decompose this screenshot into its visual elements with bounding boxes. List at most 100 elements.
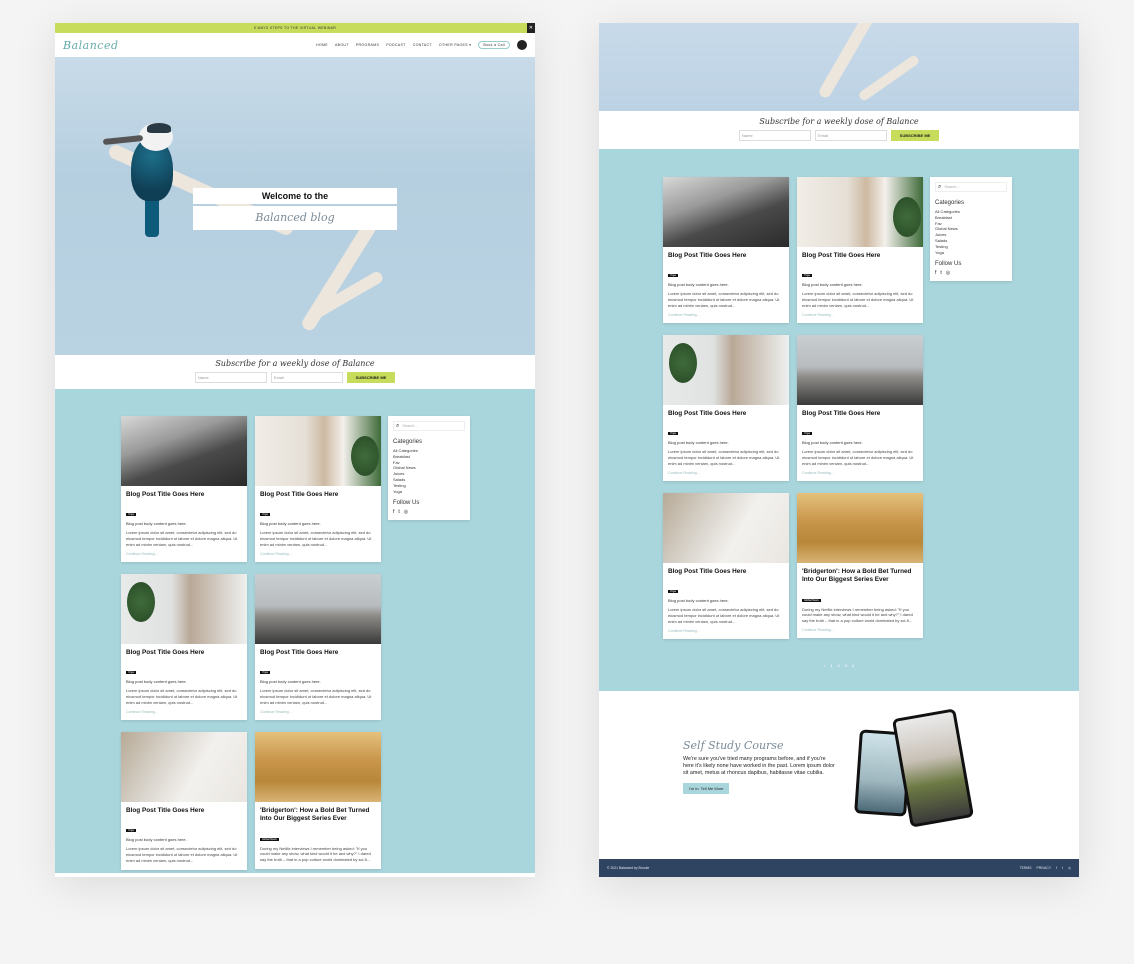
nav-link-about[interactable]: ABOUT: [335, 43, 349, 47]
category-link[interactable]: Yoga: [393, 489, 465, 495]
facebook-icon[interactable]: f: [393, 509, 394, 515]
site-logo[interactable]: Balanced: [63, 39, 119, 52]
page-link[interactable]: 4: [852, 663, 854, 668]
instagram-icon[interactable]: ◎: [946, 270, 950, 276]
search-input[interactable]: ⌕ Search...: [393, 421, 465, 431]
continue-reading-link[interactable]: Continue Reading...: [668, 629, 784, 633]
card-tag[interactable]: Yoga: [802, 274, 812, 278]
avatar[interactable]: [517, 40, 527, 50]
card-title[interactable]: Blog Post Title Goes Here: [668, 252, 784, 260]
card-tag[interactable]: Global News: [802, 598, 821, 602]
subscribe-button[interactable]: SUBSCRIBE ME: [891, 130, 939, 141]
continue-reading-link[interactable]: Continue Reading...: [260, 710, 376, 714]
blog-card[interactable]: Blog Post Title Goes Here Yoga Blog post…: [121, 574, 247, 720]
name-field[interactable]: Name: [195, 372, 267, 383]
email-field[interactable]: Email: [271, 372, 343, 383]
blog-card[interactable]: Blog Post Title Goes Here Yoga Blog post…: [663, 335, 789, 481]
course-section: Self Study Course We're sure you've trie…: [599, 691, 1079, 859]
card-image[interactable]: [255, 574, 381, 644]
blog-card[interactable]: Blog Post Title Goes Here Yoga Blog post…: [121, 732, 247, 870]
footer-link-privacy[interactable]: PRIVACY: [1036, 866, 1051, 870]
nav-link-programs[interactable]: PROGRAMS: [356, 43, 379, 47]
blog-card[interactable]: Blog Post Title Goes Here Yoga Blog post…: [663, 177, 789, 323]
card-tag[interactable]: Yoga: [126, 829, 136, 833]
blog-card[interactable]: Blog Post Title Goes Here Yoga Blog post…: [121, 416, 247, 562]
blog-card[interactable]: Blog Post Title Goes Here Yoga Blog post…: [797, 335, 923, 481]
instagram-icon[interactable]: ◎: [404, 509, 408, 515]
nav-link-podcast[interactable]: PODCAST: [386, 43, 405, 47]
page-link[interactable]: 1: [830, 663, 832, 668]
continue-reading-link[interactable]: Continue Reading...: [126, 552, 242, 556]
subscribe-button[interactable]: SUBSCRIBE ME: [347, 372, 395, 383]
continue-reading-link[interactable]: Continue Reading...: [802, 628, 918, 632]
card-image[interactable]: [121, 574, 247, 644]
card-tag[interactable]: Global News: [260, 837, 279, 841]
card-image[interactable]: [121, 416, 247, 486]
course-cta-button[interactable]: I'm in. Tell Me More: [683, 783, 730, 795]
card-image[interactable]: [255, 732, 381, 802]
twitter-icon[interactable]: t: [940, 270, 941, 276]
blog-card[interactable]: Blog Post Title Goes Here Yoga Blog post…: [255, 574, 381, 720]
nav-link-contact[interactable]: CONTACT: [413, 43, 432, 47]
nav-link-home[interactable]: HOME: [316, 43, 328, 47]
blog-card[interactable]: Blog Post Title Goes Here Yoga Blog post…: [663, 493, 789, 639]
card-title[interactable]: Blog Post Title Goes Here: [802, 252, 918, 260]
card-title[interactable]: Blog Post Title Goes Here: [126, 491, 242, 499]
name-field[interactable]: Name: [739, 130, 811, 141]
search-icon: ⌕: [938, 183, 942, 190]
continue-reading-link[interactable]: Continue Reading...: [802, 313, 918, 317]
bird-beak: [102, 134, 144, 146]
category-link[interactable]: Yoga: [935, 250, 1007, 256]
card-tag[interactable]: Yoga: [668, 432, 678, 436]
promo-bar[interactable]: 5 WAYS STEPS TO THE VIRTUAL WEBINAR ✕: [55, 23, 535, 33]
card-tag[interactable]: Yoga: [668, 590, 678, 594]
blog-card[interactable]: 'Bridgerton': How a Bold Bet Turned Into…: [797, 493, 923, 639]
card-image[interactable]: [663, 493, 789, 563]
email-field[interactable]: Email: [815, 130, 887, 141]
facebook-icon[interactable]: f: [935, 270, 936, 276]
card-title[interactable]: Blog Post Title Goes Here: [668, 568, 784, 576]
search-input[interactable]: ⌕ Search...: [935, 182, 1007, 192]
continue-reading-link[interactable]: Continue Reading...: [668, 471, 784, 475]
blog-sidebar: ⌕ Search... Categories All Categories Br…: [388, 416, 470, 521]
card-image[interactable]: [255, 416, 381, 486]
card-tag[interactable]: Yoga: [802, 432, 812, 436]
card-image[interactable]: [121, 732, 247, 802]
card-image[interactable]: [663, 335, 789, 405]
card-image[interactable]: [797, 493, 923, 563]
facebook-icon[interactable]: f: [1056, 866, 1057, 870]
card-tag[interactable]: Yoga: [668, 274, 678, 278]
card-image[interactable]: [797, 335, 923, 405]
continue-reading-link[interactable]: Continue Reading...: [260, 552, 376, 556]
twitter-icon[interactable]: t: [1062, 866, 1063, 870]
instagram-icon[interactable]: ◎: [1068, 866, 1071, 870]
card-title[interactable]: 'Bridgerton': How a Bold Bet Turned Into…: [260, 807, 376, 824]
footer-link-terms[interactable]: TERMS: [1020, 866, 1032, 870]
card-title[interactable]: Blog Post Title Goes Here: [802, 410, 918, 418]
blog-card[interactable]: Blog Post Title Goes Here Yoga Blog post…: [797, 177, 923, 323]
blog-card[interactable]: 'Bridgerton': How a Bold Bet Turned Into…: [255, 732, 381, 870]
card-image[interactable]: [797, 177, 923, 247]
book-call-button[interactable]: Book a Call: [478, 41, 510, 49]
card-title[interactable]: Blog Post Title Goes Here: [668, 410, 784, 418]
card-title[interactable]: Blog Post Title Goes Here: [260, 649, 376, 657]
card-tag[interactable]: Yoga: [126, 513, 136, 517]
card-tag[interactable]: Yoga: [260, 671, 270, 675]
card-title[interactable]: Blog Post Title Goes Here: [126, 807, 242, 815]
nav-link-other-pages[interactable]: OTHER PAGES ▾: [439, 43, 471, 47]
page-link[interactable]: ‹: [824, 663, 825, 668]
continue-reading-link[interactable]: Continue Reading...: [668, 313, 784, 317]
card-tag[interactable]: Yoga: [260, 513, 270, 517]
card-image[interactable]: [663, 177, 789, 247]
page-link[interactable]: 3: [845, 663, 847, 668]
page-link[interactable]: 2: [837, 663, 839, 668]
card-title[interactable]: Blog Post Title Goes Here: [260, 491, 376, 499]
close-icon[interactable]: ✕: [527, 23, 535, 33]
continue-reading-link[interactable]: Continue Reading...: [126, 710, 242, 714]
blog-card[interactable]: Blog Post Title Goes Here Yoga Blog post…: [255, 416, 381, 562]
continue-reading-link[interactable]: Continue Reading...: [802, 471, 918, 475]
twitter-icon[interactable]: t: [398, 509, 399, 515]
card-title[interactable]: Blog Post Title Goes Here: [126, 649, 242, 657]
card-tag[interactable]: Yoga: [126, 671, 136, 675]
card-title[interactable]: 'Bridgerton': How a Bold Bet Turned Into…: [802, 568, 918, 585]
